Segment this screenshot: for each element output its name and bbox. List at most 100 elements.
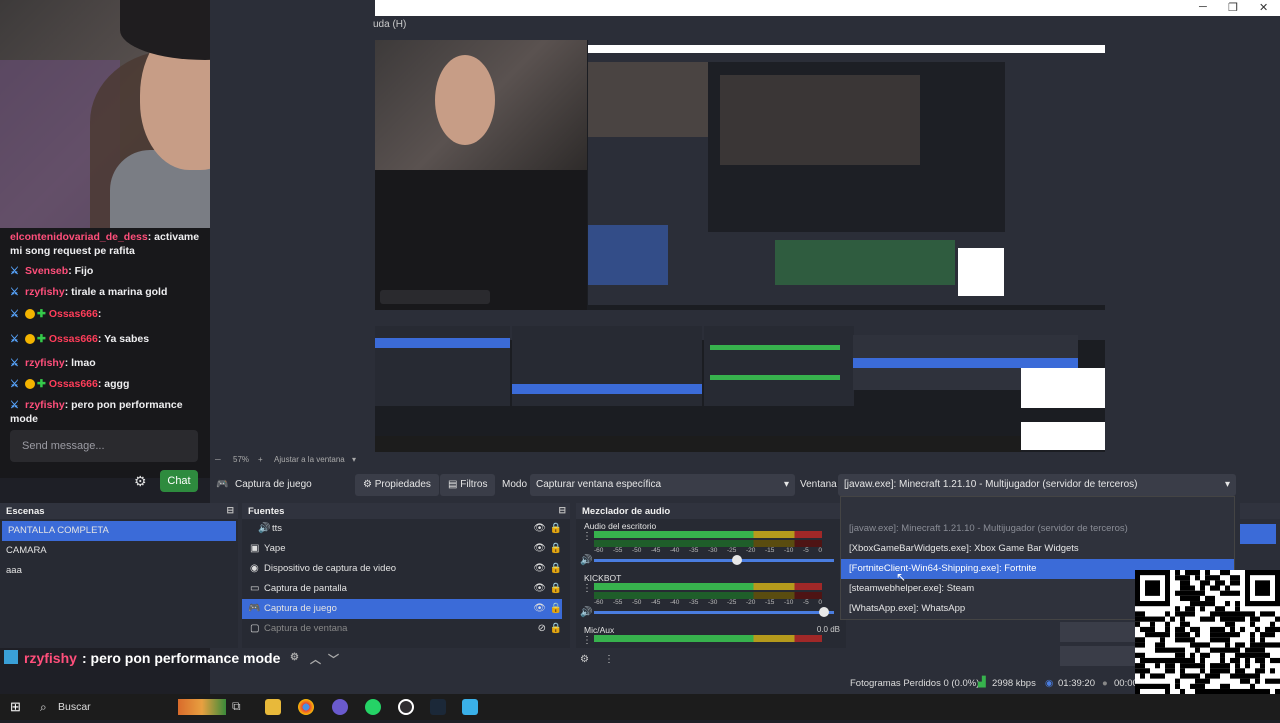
menu-item-help[interactable]: uda (H) bbox=[373, 19, 406, 30]
chat-username: rzyfishy bbox=[25, 399, 65, 411]
dock-menu-icon[interactable]: ⊟ bbox=[226, 505, 234, 516]
scene-item[interactable]: PANTALLA COMPLETA bbox=[2, 521, 236, 541]
mixer-menu-icon[interactable]: ⋮ bbox=[604, 654, 614, 665]
preview-canvas[interactable] bbox=[375, 40, 1105, 452]
chevron-down-icon[interactable]: ﹀ bbox=[328, 651, 339, 667]
lock-icon[interactable]: 🔒 bbox=[550, 559, 562, 579]
scale-tick: -20 bbox=[746, 599, 756, 606]
start-streaming-button[interactable] bbox=[1240, 524, 1276, 544]
source-item[interactable]: 🎮 Captura de juego 👁 🔒 bbox=[242, 599, 562, 619]
messenger-icon[interactable] bbox=[332, 699, 348, 715]
dock-header: Fuentes ⊟ bbox=[242, 503, 570, 519]
eye-icon[interactable]: 👁 bbox=[533, 579, 546, 599]
eye-icon[interactable]: 👁 bbox=[533, 519, 546, 539]
obs-icon[interactable] bbox=[398, 699, 414, 715]
scene-item[interactable]: CAMARA bbox=[0, 541, 238, 561]
source-label: tts bbox=[272, 523, 283, 534]
source-item[interactable]: ▭ Captura de pantalla 👁 🔒 bbox=[242, 579, 570, 599]
chat-username: elcontenidovariad_de_dess bbox=[10, 231, 148, 243]
controls-dock-header bbox=[1240, 503, 1280, 519]
mode-select[interactable]: Capturar ventana específica ▾ bbox=[530, 474, 795, 496]
chevron-down-icon: ▾ bbox=[1224, 479, 1230, 490]
volume-meter bbox=[594, 540, 822, 547]
menu-bar[interactable]: uda (H) bbox=[370, 16, 1280, 34]
channel-menu-icon[interactable]: ⋮ bbox=[582, 583, 592, 594]
volume-meter bbox=[594, 531, 822, 538]
gear-icon[interactable]: ⚙ bbox=[134, 473, 150, 489]
chrome-icon[interactable] bbox=[298, 699, 314, 715]
status-bar: Fotogramas Perdidos 0 (0.0%) ▟ 2998 kbps… bbox=[840, 674, 1140, 694]
lock-icon[interactable]: 🔒 bbox=[550, 519, 562, 539]
scale-tick: -15 bbox=[765, 599, 775, 606]
eye-icon[interactable]: 👁 bbox=[533, 539, 546, 559]
windows-start-icon[interactable]: ⊞ bbox=[10, 699, 21, 715]
whatsapp-icon[interactable] bbox=[365, 699, 381, 715]
zoom-in-icon[interactable]: + bbox=[258, 455, 263, 464]
dock-title: Escenas bbox=[6, 506, 45, 517]
app-icon[interactable] bbox=[462, 699, 478, 715]
fit-window-label[interactable]: Ajustar a la ventana bbox=[274, 455, 345, 464]
task-view-icon[interactable]: ⧉ bbox=[232, 699, 248, 715]
chevron-up-icon[interactable]: ︿ bbox=[310, 651, 321, 667]
sword-icon: ⚔ bbox=[10, 334, 19, 345]
scale-tick: -55 bbox=[613, 547, 623, 554]
scale-tick: 0 bbox=[818, 547, 822, 554]
eye-hidden-icon[interactable]: ⊘ bbox=[538, 619, 546, 639]
eye-icon[interactable]: 👁 bbox=[533, 559, 546, 579]
lock-icon[interactable]: 🔒 bbox=[550, 599, 562, 619]
taskbar-search[interactable]: ⌕ Buscar bbox=[34, 694, 174, 720]
close-icon[interactable]: ✕ bbox=[1259, 1, 1268, 14]
lock-icon[interactable]: 🔒 bbox=[550, 539, 562, 559]
lock-icon[interactable]: 🔒 bbox=[550, 579, 562, 599]
channel-db: 0.0 dB bbox=[816, 625, 840, 634]
control-button[interactable] bbox=[1060, 646, 1140, 666]
dock-menu-icon[interactable]: ⊟ bbox=[558, 505, 566, 516]
restore-icon[interactable]: ❐ bbox=[1228, 1, 1238, 14]
scene-item[interactable]: aaa bbox=[0, 561, 238, 581]
mixer-settings-icon[interactable]: ⚙ bbox=[580, 654, 589, 665]
chevron-down-icon[interactable]: ▾ bbox=[352, 455, 356, 464]
dock-title: Mezclador de audio bbox=[582, 506, 671, 517]
volume-slider[interactable] bbox=[594, 559, 834, 562]
zoom-out-icon[interactable]: ─ bbox=[215, 455, 221, 464]
preview-nested bbox=[588, 45, 1105, 53]
preview-sources bbox=[512, 384, 702, 394]
sword-icon: ⚔ bbox=[10, 358, 19, 369]
filters-button[interactable]: ▤ Filtros bbox=[440, 474, 496, 496]
steam-icon[interactable] bbox=[430, 699, 446, 715]
preview-scenes bbox=[375, 338, 510, 348]
sword-icon: ⚔ bbox=[10, 400, 19, 411]
volume-slider[interactable] bbox=[594, 611, 834, 614]
volume-slider-knob[interactable] bbox=[731, 555, 742, 565]
chat-message: ⚔ ✚ Ossas666: bbox=[10, 307, 206, 321]
channel-menu-icon[interactable]: ⋮ bbox=[582, 635, 592, 646]
speaker-icon[interactable]: 🔊 bbox=[580, 607, 592, 618]
properties-button[interactable]: ⚙ Propiedades bbox=[355, 474, 439, 496]
source-item[interactable]: ▢ Captura de ventana ⊘ 🔒 bbox=[242, 619, 570, 639]
source-item[interactable]: ▣ Yape 👁 🔒 bbox=[242, 539, 570, 559]
source-item[interactable]: 🔊 tts 👁 🔒 bbox=[242, 519, 570, 539]
speaker-icon[interactable]: 🔊 bbox=[580, 555, 592, 566]
window-select[interactable]: [javaw.exe]: Minecraft 1.21.10 - Multiju… bbox=[838, 474, 1236, 496]
file-explorer-icon[interactable] bbox=[265, 699, 281, 715]
sword-icon: ⚔ bbox=[10, 309, 19, 320]
zoom-level: 57% bbox=[233, 455, 250, 464]
dropdown-item[interactable]: [javaw.exe]: Minecraft 1.21.10 - Multiju… bbox=[841, 519, 1234, 539]
preview-nested bbox=[775, 240, 955, 285]
plus-icon: ✚ bbox=[37, 333, 46, 345]
dropdown-item[interactable]: [XboxGameBarWidgets.exe]: Xbox Game Bar … bbox=[841, 539, 1234, 559]
send-message-input[interactable]: Send message... bbox=[10, 430, 198, 462]
scale-tick: -20 bbox=[746, 547, 756, 554]
chat-button[interactable]: Chat bbox=[160, 470, 198, 492]
chat-message: ⚔ ✚ Ossas666: aggg bbox=[10, 378, 130, 390]
lock-icon[interactable]: 🔒 bbox=[550, 619, 562, 639]
mode-label: Modo bbox=[502, 479, 528, 490]
speaker-icon: 🔊 bbox=[258, 523, 271, 534]
volume-slider-knob[interactable] bbox=[819, 607, 829, 617]
source-item[interactable]: ◉ Dispositivo de captura de video 👁 🔒 bbox=[242, 559, 570, 579]
minimize-icon[interactable]: ─ bbox=[1199, 1, 1207, 13]
channel-menu-icon[interactable]: ⋮ bbox=[582, 531, 592, 542]
control-button[interactable] bbox=[1060, 622, 1140, 642]
eye-icon[interactable]: 👁 bbox=[533, 599, 546, 619]
weather-widget-icon[interactable] bbox=[178, 699, 226, 715]
